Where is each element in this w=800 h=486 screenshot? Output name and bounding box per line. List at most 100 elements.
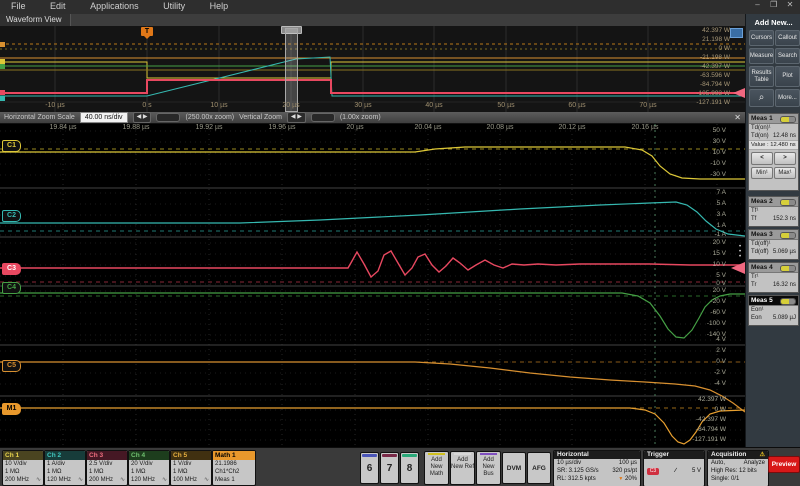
meas1-next-button[interactable]: >: [774, 152, 796, 165]
c1-trace: [0, 147, 745, 179]
ch2-badge[interactable]: Ch 2 1 A/div 1 MΩ 120 MHz∿: [44, 450, 86, 486]
hzoom-slider[interactable]: [156, 113, 180, 122]
c3-trace: [0, 80, 745, 93]
meas3-toggle[interactable]: [780, 232, 796, 239]
ch1-badge[interactable]: Ch 1 10 V/div 1 MΩ 200 MHz∿: [2, 450, 44, 486]
ch2-bandwidth: 120 MHz∿: [45, 476, 85, 484]
callout-button[interactable]: Callout: [775, 30, 800, 46]
ch4-scale: 20 V/div: [129, 460, 169, 468]
ch4-badge[interactable]: Ch 4 20 V/div 1 MΩ 120 MHz∿: [128, 450, 170, 486]
hzoom-arrows[interactable]: ◀ ▶: [133, 112, 152, 123]
meas2-header[interactable]: Meas 2: [749, 197, 798, 207]
meas5-toggle[interactable]: [780, 298, 796, 305]
scale-label-c3: 5 V: [690, 272, 726, 279]
main-time-label: 20.08 µs: [477, 124, 523, 131]
meas4-toggle[interactable]: [780, 265, 796, 272]
ch5-badge-title: Ch 5: [171, 451, 211, 460]
menu-file[interactable]: File: [0, 0, 37, 11]
search-button[interactable]: Search: [775, 48, 800, 64]
meas3-panel[interactable]: Meas 3 Td(off)¹ Td(off)5.069 µs: [748, 229, 799, 260]
maximize-icon[interactable]: ❒: [767, 0, 781, 9]
ch5-scale: 1 V/div: [171, 460, 211, 468]
channel-badge-m1[interactable]: M1: [2, 403, 21, 415]
trigger-panel[interactable]: Trigger C3 ∕ 5 V: [643, 450, 705, 486]
meas5-panel[interactable]: Meas 5 Eon¹ Eon5.089 µJ: [748, 295, 799, 326]
cursor-readout-tag[interactable]: [730, 28, 743, 38]
menu-applications[interactable]: Applications: [79, 0, 150, 11]
minimize-icon[interactable]: –: [751, 0, 765, 9]
meas5-header[interactable]: Meas 5: [749, 296, 798, 306]
meas1-toggle[interactable]: [780, 116, 796, 123]
channel-badge-c4[interactable]: C4: [2, 282, 21, 294]
trigger-title: Trigger: [644, 451, 704, 459]
preview-button[interactable]: Preview: [768, 456, 800, 473]
add-new-math-button[interactable]: Add New Math: [424, 451, 449, 485]
menu-help[interactable]: Help: [199, 0, 240, 11]
dvm-button[interactable]: DVM: [502, 452, 526, 484]
zoom-close-icon[interactable]: ✕: [734, 113, 741, 122]
scale-label-c4: -60 V: [690, 309, 726, 316]
meas4-header[interactable]: Meas 4: [749, 263, 798, 273]
vzoom-arrows[interactable]: ◀ ▶: [287, 112, 306, 123]
math1-badge[interactable]: Math 1 21.1986 Ch1*Ch2 Meas 1: [212, 450, 256, 486]
ch5-bandwidth: 100 MHz∿: [171, 476, 211, 484]
horizontal-panel[interactable]: Horizontal 10 µs/div100 µs SR: 3.125 GS/…: [553, 450, 641, 486]
scale-label-c2: -1 A: [690, 231, 726, 238]
close-icon[interactable]: ✕: [783, 0, 797, 9]
channel-badge-c3[interactable]: C3: [2, 263, 21, 275]
overview-tag-c5[interactable]: [0, 42, 5, 47]
acquisition-panel[interactable]: Acquisition⚠ Auto,Analyze High Res: 12 b…: [707, 450, 769, 486]
ch2-scale: 1 A/div: [45, 460, 85, 468]
ch3-badge[interactable]: Ch 3 2.5 V/div 1 MΩ 200 MHz∿: [86, 450, 128, 486]
channel6-button[interactable]: 6: [360, 452, 379, 484]
meas4-panel[interactable]: Meas 4 Tr¹ Tr16.32 ns: [748, 262, 799, 293]
overview-tag-c4[interactable]: [0, 64, 5, 69]
add-math-label: Add New Math: [425, 457, 448, 478]
more-button[interactable]: More...: [775, 89, 800, 107]
ref-color-stripe: [454, 453, 471, 455]
cursors-button[interactable]: Cursors: [749, 30, 774, 46]
meas3-header[interactable]: Meas 3: [749, 230, 798, 240]
channel-badge-c2[interactable]: C2: [2, 210, 21, 222]
hzoom-scale-input[interactable]: 40.00 ns/div: [80, 112, 128, 123]
bandwidth-filter-icon: ∿: [162, 476, 167, 484]
zoom-region-box[interactable]: [285, 28, 298, 112]
overview-tag-c3[interactable]: [0, 90, 5, 95]
trigger-position-marker[interactable]: T: [141, 27, 153, 36]
channel-badge-c5[interactable]: C5: [2, 360, 21, 372]
m1-trace: [0, 408, 745, 444]
ch3-badge-title: Ch 3: [87, 451, 127, 460]
vzoom-slider[interactable]: [311, 113, 335, 122]
menu-utility[interactable]: Utility: [152, 0, 196, 11]
overview-time-label: 0 s: [127, 102, 167, 109]
overview-tag-c2[interactable]: [0, 96, 5, 101]
panel-splitter-handle[interactable]: •••: [739, 245, 741, 260]
ch5-badge[interactable]: Ch 5 1 V/div 1 MΩ 100 MHz∿: [170, 450, 212, 486]
zoom-tool-icon[interactable]: ⌕: [749, 89, 774, 107]
meas1-prev-button[interactable]: <: [751, 152, 773, 165]
waveform-main-view[interactable]: ••• 19.84 µs19.88 µs19.92 µs19.96 µs20 µ…: [0, 124, 745, 447]
channel7-button[interactable]: 7: [380, 452, 399, 484]
meas2-toggle[interactable]: [780, 199, 796, 206]
meas1-panel[interactable]: Meas 1 Td(on)¹ Td(on)12.48 ns Value : 12…: [748, 113, 799, 191]
acquisition-row2: High Res: 12 bits: [708, 467, 768, 475]
ch1-badge-title: Ch 1: [3, 451, 43, 460]
scale-label-c1: 10 V: [690, 149, 726, 156]
plot-button[interactable]: Plot: [775, 66, 800, 87]
channel8-button[interactable]: 8: [400, 452, 419, 484]
results-table-button[interactable]: Results Table: [749, 66, 774, 87]
scale-label-c1: -30 V: [690, 171, 726, 178]
waveform-overview[interactable]: T -10 µs0 s10 µs20 µs30 µs40 µs50 µs60 µ…: [0, 26, 745, 113]
overview-scale-label: -84.794 W: [690, 81, 730, 88]
meas2-panel[interactable]: Meas 2 Tf¹ Tf152.3 ns: [748, 196, 799, 227]
afg-button[interactable]: AFG: [527, 452, 551, 484]
measure-button[interactable]: Measure: [749, 48, 774, 64]
add-new-ref-button[interactable]: Add New Ref: [450, 451, 475, 485]
meas1-min-button[interactable]: Min¹: [751, 167, 773, 179]
scale-label-c4: -20 V: [690, 298, 726, 305]
add-new-bus-button[interactable]: Add New Bus: [476, 451, 501, 485]
channel-badge-c1[interactable]: C1: [2, 140, 21, 152]
meas1-header[interactable]: Meas 1: [749, 114, 798, 124]
menu-edit[interactable]: Edit: [39, 0, 77, 11]
meas1-max-button[interactable]: Max¹: [774, 167, 796, 179]
